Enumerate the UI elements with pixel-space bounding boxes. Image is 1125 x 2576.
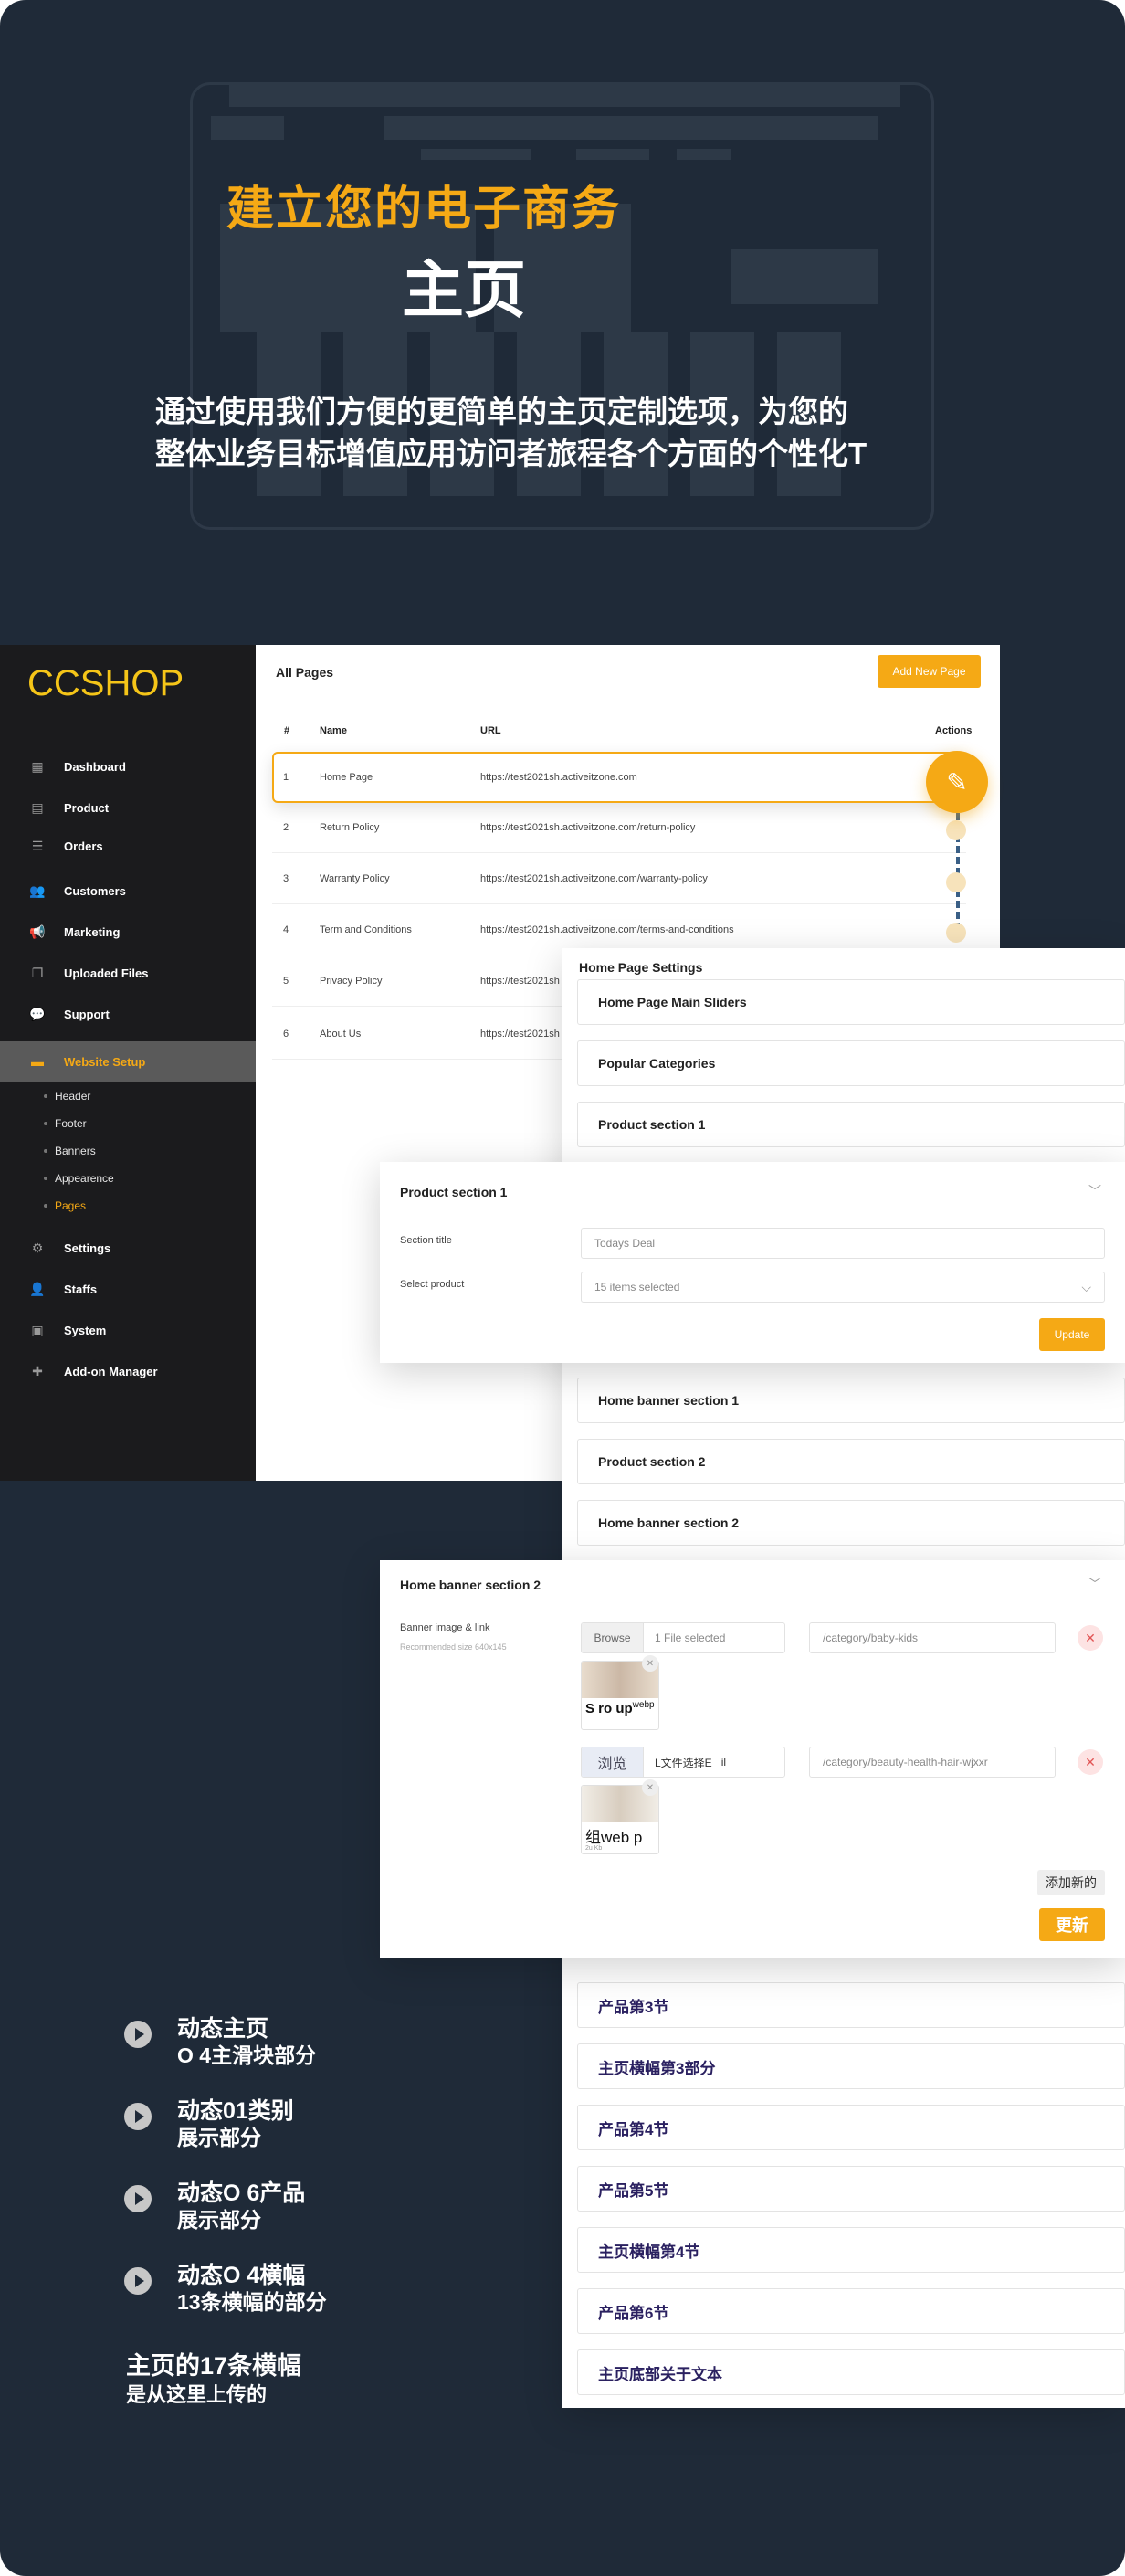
sidebar-item-support[interactable]: 💬 Support [0,994,256,1034]
col-header-actions: Actions [935,725,973,736]
play-icon [124,2103,152,2130]
section-home-banner-4[interactable]: 主页横幅第4节 [577,2227,1125,2273]
play-icon [124,2267,152,2295]
sidebar-subitem-banners[interactable]: Banners [44,1145,96,1157]
sidebar-subitem-appearence[interactable]: Appearence [44,1172,114,1185]
puzzle-icon: ✚ [32,1363,43,1378]
sidebar-item-dashboard[interactable]: ▦ Dashboard [0,746,256,787]
section-home-banner-3[interactable]: 主页横幅第3部分 [577,2043,1125,2089]
sidebar-subitem-pages[interactable]: Pages [44,1199,86,1212]
file-browse-input[interactable]: 浏览 L文件选择E il [581,1747,785,1778]
customers-icon: 👥 [29,882,46,898]
edit-pencil-button[interactable]: ✎ [926,751,988,813]
panel-title: All Pages [276,665,334,680]
orders-icon: ☰ [31,838,44,853]
add-new-button[interactable]: 添加新的 [1037,1870,1105,1895]
section-product-1[interactable]: Product section 1 [577,1102,1125,1147]
table-row[interactable]: 2 Return Policy https://test2021sh.activ… [272,802,966,853]
section-product-4[interactable]: 产品第4节 [577,2105,1125,2150]
section-title-label: Section title [400,1235,452,1246]
sidebar-subitem-header[interactable]: Header [44,1090,90,1103]
table-row[interactable]: 1 Home Page https://test2021sh.activeitz… [272,752,966,803]
hero-title-line1: 建立您的电子商务 [226,183,622,236]
section-product-5[interactable]: 产品第5节 [577,2166,1125,2212]
section-main-sliders[interactable]: Home Page Main Sliders [577,979,1125,1025]
feature-item: 动态O 6产品 展示部分 [124,2180,305,2233]
logo: CCSHOP [27,663,184,703]
recommended-size-hint: Recommended size 640x145 [400,1642,507,1652]
close-icon: ✕ [1085,1754,1096,1769]
sidebar-item-customers[interactable]: 👥 Customers [0,871,256,911]
section-home-banner-2[interactable]: Home banner section 2 [577,1500,1125,1546]
sidebar-item-system[interactable]: ▣ System [0,1310,256,1350]
product-icon: ▤ [31,799,44,815]
sidebar-item-staffs[interactable]: 👤 Staffs [0,1269,256,1309]
row-action-button[interactable] [946,820,966,840]
feature-item: 动态主页 O 4主滑块部分 [124,2015,316,2068]
row-action-button[interactable] [946,872,966,892]
user-icon: 👤 [29,1281,46,1296]
update-button[interactable]: Update [1039,1318,1105,1351]
pencil-icon: ✎ [946,767,968,797]
col-header-name: Name [320,725,347,736]
section-product-3[interactable]: 产品第3节 [577,1982,1125,2028]
close-icon: ✕ [1085,1630,1096,1645]
section-title-input[interactable]: Todays Deal [581,1228,1105,1259]
col-header-url: URL [480,725,501,736]
banner-link-input[interactable]: /category/baby-kids [809,1622,1056,1653]
remove-row-button[interactable]: ✕ [1078,1625,1103,1651]
close-icon[interactable]: ✕ [642,1655,658,1672]
support-icon: 💬 [29,1006,46,1021]
chevron-down-icon[interactable]: ﹀ [1088,1182,1101,1200]
gear-icon: ⚙ [31,1240,44,1255]
add-new-page-button[interactable]: Add New Page [878,655,981,688]
chevron-down-icon: ⌵ [1081,1279,1091,1294]
sidebar-item-uploaded-files[interactable]: ❐ Uploaded Files [0,953,256,993]
sidebar-subitem-footer[interactable]: Footer [44,1117,87,1130]
dashboard-icon: ▦ [31,758,44,774]
sidebar-item-product[interactable]: ▤ Product [0,787,256,828]
sidebar-item-orders[interactable]: ☰ Orders [0,826,256,866]
section-product-2[interactable]: Product section 2 [577,1439,1125,1484]
banner-image-label: Banner image & link [400,1622,490,1633]
banner-link-input[interactable]: /category/beauty-health-hair-wjxxr [809,1747,1056,1778]
section-home-banner-1[interactable]: Home banner section 1 [577,1378,1125,1423]
file-browse-input[interactable]: Browse 1 File selected [581,1622,785,1653]
section-footer-about-text[interactable]: 主页底部关于文本 [577,2349,1125,2395]
feature-item: 动态O 4横幅 13条横幅的部分 [124,2262,327,2315]
select-product-dropdown[interactable]: 15 items selected ⌵ [581,1272,1105,1303]
sidebar-item-addon-manager[interactable]: ✚ Add-on Manager [0,1351,256,1391]
play-icon [124,2021,152,2048]
banner-section-title: Home banner section 2 [400,1578,541,1592]
sidebar-item-settings[interactable]: ⚙ Settings [0,1228,256,1268]
table-row[interactable]: 3 Warranty Policy https://test2021sh.act… [272,853,966,904]
hero-title-line2: 主页 [402,256,527,325]
hero-desc-line2: 整体业务目标增值应用访问者旅程各个方面的个性化T [155,437,867,470]
sidebar-item-website-setup[interactable]: ▬ Website Setup [0,1041,256,1082]
hero-desc-line1: 通过使用我们方便的更简单的主页定制选项，为您的 [155,395,848,428]
megaphone-icon: 📢 [29,924,46,939]
product-section-title: Product section 1 [400,1185,508,1199]
summary-line2: 是从这里上传的 [126,2383,268,2406]
chevron-down-icon[interactable]: ﹀ [1088,1575,1101,1593]
close-icon[interactable]: ✕ [642,1779,658,1796]
col-header-num: # [284,725,290,736]
section-product-6[interactable]: 产品第6节 [577,2288,1125,2334]
row-action-button[interactable] [946,923,966,943]
system-icon: ▣ [31,1322,44,1337]
summary-line1: 主页的17条横幅 [126,2352,302,2380]
feature-item: 动态01类别 展示部分 [124,2097,294,2150]
home-settings-title: Home Page Settings [579,960,703,975]
select-product-label: Select product [400,1279,465,1290]
files-icon: ❐ [31,965,44,980]
hero-description: 通过使用我们方便的更简单的主页定制选项，为您的 整体业务目标增值应用访问者旅程各… [155,391,977,475]
sidebar-item-marketing[interactable]: 📢 Marketing [0,912,256,952]
play-icon [124,2185,152,2212]
section-popular-categories[interactable]: Popular Categories [577,1040,1125,1086]
monitor-icon: ▬ [31,1054,44,1069]
update-button[interactable]: 更新 [1039,1908,1105,1941]
remove-row-button[interactable]: ✕ [1078,1749,1103,1775]
